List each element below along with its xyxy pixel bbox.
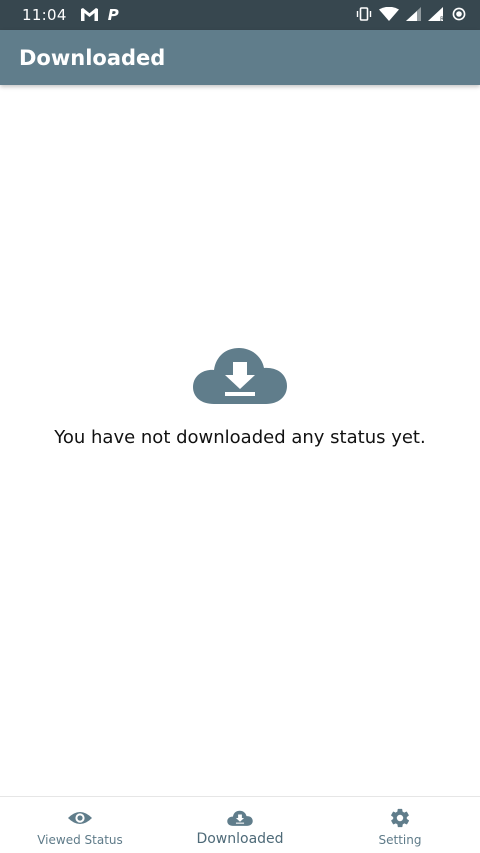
gear-icon <box>387 807 413 829</box>
nav-label-setting: Setting <box>378 833 422 847</box>
signal-icon <box>406 6 421 25</box>
empty-message: You have not downloaded any status yet. <box>54 427 426 448</box>
nav-label-downloaded: Downloaded <box>196 831 284 847</box>
nav-item-downloaded[interactable]: Downloaded <box>160 797 320 853</box>
vibrate-icon <box>356 6 372 25</box>
status-bar: 11:04 P R <box>0 0 480 30</box>
status-time: 11:04 <box>22 6 67 24</box>
svg-text:R: R <box>440 16 444 21</box>
app-bar: Downloaded <box>0 30 480 85</box>
screen: 11:04 P R Downloaded You have not downlo… <box>0 0 480 853</box>
status-right-icons: R <box>356 6 466 25</box>
nav-item-viewed-status[interactable]: Viewed Status <box>0 797 160 853</box>
status-left-icons: P <box>80 6 119 25</box>
p-icon: P <box>107 6 119 24</box>
alarm-icon <box>452 6 466 25</box>
wifi-icon <box>379 6 399 25</box>
nav-label-viewed-status: Viewed Status <box>37 833 123 847</box>
empty-state: You have not downloaded any status yet. <box>0 345 480 448</box>
bottom-nav: Viewed Status Downloaded Setting <box>0 796 480 853</box>
gmail-icon <box>80 6 98 25</box>
eye-icon <box>67 807 93 829</box>
signal-r-icon: R <box>428 6 445 25</box>
cloud-download-icon <box>227 807 253 829</box>
page-title: Downloaded <box>19 45 166 70</box>
cloud-download-icon <box>193 348 287 404</box>
nav-item-setting[interactable]: Setting <box>320 797 480 853</box>
